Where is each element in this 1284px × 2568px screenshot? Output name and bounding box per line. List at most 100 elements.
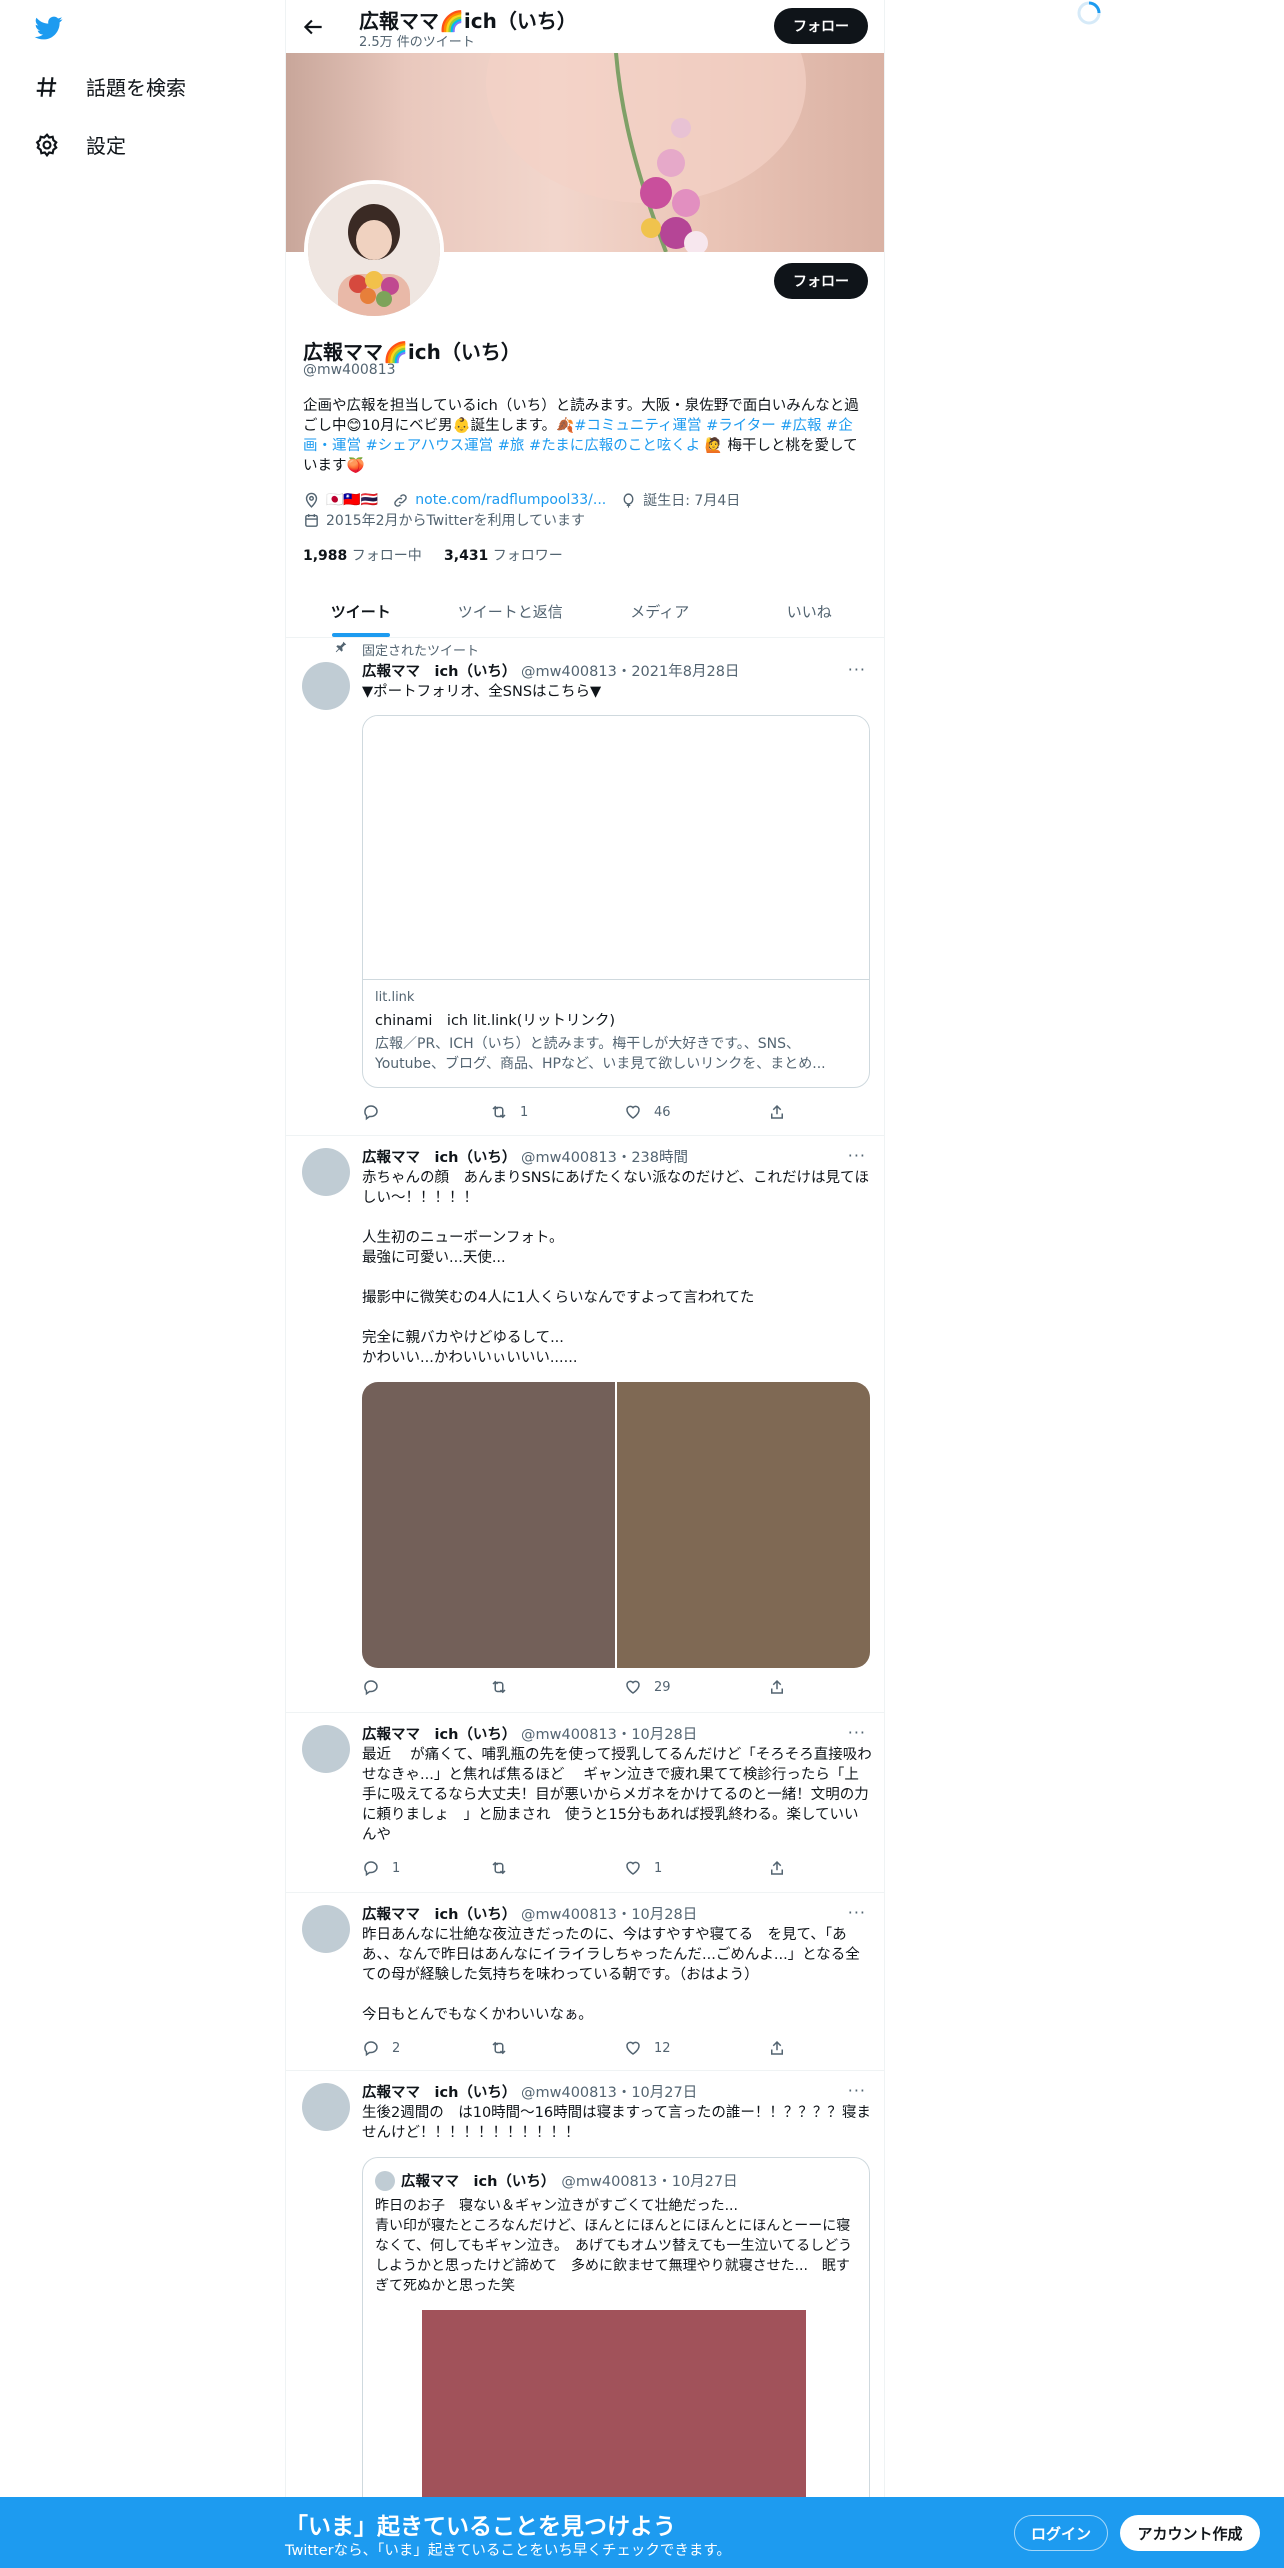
- tweet-actions: 1 46: [362, 1103, 802, 1123]
- reply-icon: [364, 1861, 378, 1877]
- share-icon: [771, 2040, 783, 2055]
- tweet-item[interactable]: 広報ママ ich（いち） @mw400813・10月28日 ··· 昨日あんなに…: [286, 1893, 884, 2071]
- reply-count: 1: [392, 1860, 401, 1876]
- profile-joined: 2015年2月からTwitterを利用しています: [326, 513, 586, 529]
- profile-joined-row: 2015年2月からTwitterを利用しています: [303, 510, 585, 530]
- like-button[interactable]: 46: [624, 1103, 671, 1121]
- reply-button[interactable]: 1: [362, 1859, 400, 1877]
- header-follow-button[interactable]: フォロー: [774, 8, 868, 44]
- more-options-icon[interactable]: ···: [848, 1903, 866, 1922]
- tweet-meta[interactable]: @mw400813・10月28日: [521, 1907, 697, 1923]
- tweet-meta[interactable]: @mw400813・10月28日: [521, 1727, 697, 1743]
- share-button[interactable]: [768, 2039, 786, 2057]
- tweet-item[interactable]: 広報ママ ich（いち） @mw400813・238時間 ··· 赤ちゃんの顔 …: [286, 1136, 884, 1713]
- pinned-tweet-label: 固定されたツイート: [362, 644, 480, 659]
- reply-icon: [364, 1105, 378, 1121]
- profile-follow-counts: 1,988 フォロー中 3,431 フォロワー: [303, 545, 563, 565]
- retweet-icon: [492, 1105, 506, 1119]
- tweet-avatar[interactable]: [302, 1905, 350, 1953]
- profile-follow-button[interactable]: フォロー: [774, 263, 868, 299]
- tweet-item[interactable]: 固定されたツイート 広報ママ ich（いち） @mw400813・2021年8月…: [286, 638, 884, 1136]
- like-button[interactable]: 1: [624, 1859, 662, 1877]
- tweet-actions: 29: [362, 1678, 802, 1698]
- tweet-item[interactable]: 広報ママ ich（いち） @mw400813・10月27日 ··· 生後2週間の…: [286, 2071, 884, 2568]
- signup-prompt-bar: 「いま」起きていることを見つけよう Twitterなら、「いま」起きていることを…: [0, 2497, 1284, 2568]
- tab-media[interactable]: メディア: [585, 585, 735, 637]
- share-button[interactable]: [768, 1678, 786, 1696]
- location-pin-icon: [305, 492, 318, 508]
- login-button[interactable]: ログイン: [1014, 2515, 1108, 2551]
- reply-icon: [364, 2041, 378, 2057]
- link-card-image: [363, 716, 869, 980]
- tweet-author-name[interactable]: 広報ママ ich（いち）: [362, 664, 516, 680]
- reply-button[interactable]: [362, 1103, 392, 1121]
- tab-tweets[interactable]: ツイート: [286, 585, 436, 637]
- followers-count: 3,431: [444, 548, 489, 564]
- retweet-button[interactable]: [490, 2039, 520, 2057]
- signup-button[interactable]: アカウント作成: [1120, 2515, 1260, 2551]
- tweet-actions: 2 12: [362, 2039, 802, 2059]
- link-card-domain: lit.link: [375, 990, 415, 1005]
- page: 話題を検索 設定 広報ママ🌈ich（いち） 2.5万 件のツイート フォロー フ…: [0, 0, 1284, 2568]
- tweet-text: ▼ポートフォリオ、全SNSはこちら▼: [362, 684, 602, 700]
- retweet-button[interactable]: [490, 1859, 520, 1877]
- tweet-author-name[interactable]: 広報ママ ich（いち）: [362, 1150, 516, 1166]
- more-options-icon[interactable]: ···: [848, 660, 866, 679]
- header-tweet-count: 2.5万 件のツイート: [359, 35, 475, 50]
- more-options-icon[interactable]: ···: [848, 2081, 866, 2100]
- reply-button[interactable]: 2: [362, 2039, 400, 2057]
- profile-link[interactable]: note.com/radflumpool33/...: [415, 492, 606, 508]
- tweet-avatar[interactable]: [302, 2083, 350, 2131]
- heart-icon: [626, 1680, 640, 1694]
- like-count: 29: [654, 1679, 671, 1695]
- followers-link[interactable]: 3,431 フォロワー: [444, 548, 563, 564]
- more-options-icon[interactable]: ···: [848, 1723, 866, 1742]
- tweet-meta[interactable]: @mw400813・2021年8月28日: [521, 664, 739, 680]
- tweet-actions: 1 1: [362, 1859, 802, 1879]
- link-card[interactable]: lit.link chinami ich lit.link(リットリンク) 広報…: [362, 715, 870, 1088]
- tweet-avatar[interactable]: [302, 1148, 350, 1196]
- tweet-author-name[interactable]: 広報ママ ich（いち）: [362, 2085, 516, 2101]
- tweet-meta[interactable]: @mw400813・10月27日: [521, 2085, 697, 2101]
- profile-name: 広報ママ🌈ich（いち）: [303, 340, 521, 364]
- header-title: 広報ママ🌈ich（いち）: [359, 9, 577, 33]
- tweet-author-name[interactable]: 広報ママ ich（いち）: [362, 1727, 516, 1743]
- share-button[interactable]: [768, 1103, 786, 1121]
- tab-tweets-and-replies[interactable]: ツイートと返信: [436, 585, 586, 637]
- media-photo-2[interactable]: [617, 1382, 870, 1668]
- quoted-tweet-text: 昨日のお子 寝ない＆ギャン泣きがすごくて壮絶だった... 青い印が寝たところなん…: [375, 2198, 853, 2294]
- heart-icon: [626, 1105, 640, 1119]
- tweet-avatar[interactable]: [302, 662, 350, 710]
- tweet-author-name[interactable]: 広報ママ ich（いち）: [362, 1907, 516, 1923]
- nav-item-explore[interactable]: 話題を検索: [34, 72, 186, 101]
- like-count: 12: [654, 2040, 671, 2056]
- like-button[interactable]: 12: [624, 2039, 671, 2057]
- twitter-logo-icon[interactable]: [34, 14, 64, 42]
- like-button[interactable]: 29: [624, 1678, 671, 1696]
- quoted-author-name: 広報ママ ich（いち）: [401, 2174, 556, 2190]
- main-column: 広報ママ🌈ich（いち） 2.5万 件のツイート フォロー フォロー 広報ママ🌈…: [285, 0, 885, 2568]
- more-options-icon[interactable]: ···: [848, 1146, 866, 1165]
- tweet-item[interactable]: 広報ママ ich（いち） @mw400813・10月28日 ··· 最近 が痛く…: [286, 1713, 884, 1893]
- tweet-text: 昨日あんなに壮絶な夜泣きだったのに、今はすやすや寝てる を見て、「ああ、、なんで…: [362, 1927, 860, 2023]
- tweet-header: 広報ママ ich（いち） @mw400813・10月28日: [362, 1723, 697, 1744]
- tweet-meta[interactable]: @mw400813・238時間: [521, 1150, 688, 1166]
- profile-avatar[interactable]: [304, 180, 444, 320]
- reply-button[interactable]: [362, 1678, 392, 1696]
- retweet-icon: [492, 1680, 506, 1694]
- share-button[interactable]: [768, 1859, 786, 1877]
- retweet-button[interactable]: [490, 1678, 520, 1696]
- link-card-description: 広報／PR、ICH（いち）と読みます。梅干しが大好きです。、SNS、Youtub…: [375, 1036, 826, 1072]
- nav-item-settings[interactable]: 設定: [34, 130, 126, 159]
- tweet-media[interactable]: [362, 1382, 870, 1668]
- following-link[interactable]: 1,988 フォロー中: [303, 548, 422, 564]
- tweet-header: 広報ママ ich（いち） @mw400813・10月28日: [362, 1903, 697, 1924]
- tweet-avatar[interactable]: [302, 1725, 350, 1773]
- back-arrow-icon[interactable]: [300, 14, 326, 40]
- signup-prompt-title: 「いま」起きていることを見つけよう: [285, 2514, 676, 2540]
- retweet-button[interactable]: 1: [490, 1103, 528, 1121]
- heart-icon: [626, 1861, 640, 1875]
- media-photo-1[interactable]: [362, 1382, 615, 1668]
- tab-likes[interactable]: いいね: [735, 585, 885, 637]
- like-count: 1: [654, 1860, 663, 1876]
